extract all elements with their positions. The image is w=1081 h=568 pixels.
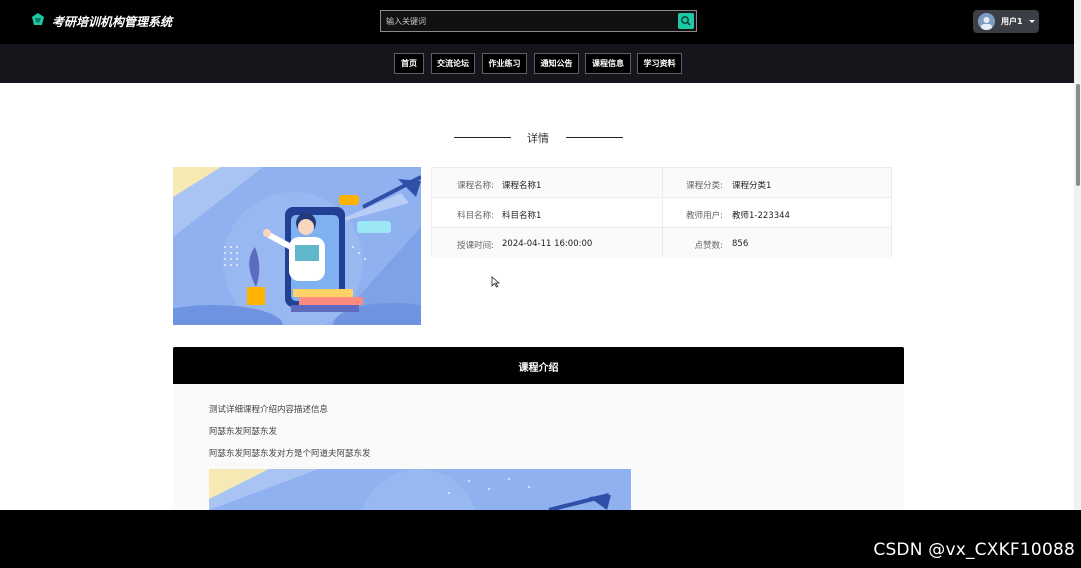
mouse-cursor-icon [491, 276, 500, 288]
column-divider [662, 168, 663, 256]
intro-header: 课程介绍 [173, 347, 904, 384]
user-menu-button[interactable]: 用户1 [973, 10, 1039, 33]
course-info-table: 课程名称: 课程名称1 课程分类: 课程分类1 科目名称: 科目名称1 教师用户… [431, 167, 892, 258]
intro-line: 测试详细课程介绍内容描述信息 [209, 405, 329, 415]
course-cover-image [173, 167, 421, 325]
field-label: 点赞数: [694, 241, 723, 251]
field-value: 科目名称1 [502, 211, 542, 221]
search-input[interactable] [383, 12, 675, 30]
field-value: 教师1-223344 [732, 211, 790, 221]
scrollbar-thumb[interactable] [1076, 84, 1080, 186]
intro-image [209, 469, 631, 510]
title-divider-left [454, 137, 511, 138]
field-value: 课程分类1 [732, 181, 772, 191]
top-header: 考研培训机构管理系统 用户1 [0, 0, 1081, 44]
site-title: 考研培训机构管理系统 [52, 15, 173, 29]
field-label: 课程分类: [686, 181, 723, 191]
intro-title: 课程介绍 [518, 363, 559, 374]
field-label: 授课时间: [457, 241, 494, 251]
nav-item-home[interactable]: 首页 [394, 53, 424, 74]
title-divider-right [566, 137, 623, 138]
nav-item-forum[interactable]: 交流论坛 [431, 53, 475, 74]
nav-item-materials[interactable]: 学习资料 [637, 53, 682, 74]
user-name: 用户1 [1001, 17, 1023, 26]
nav-item-courses[interactable]: 课程信息 [585, 53, 631, 74]
section-title: 详情 [527, 132, 549, 145]
search-button[interactable] [678, 13, 694, 29]
intro-line: 阿瑟东发阿瑟东发对方是个阿道夫阿瑟东发 [209, 449, 371, 459]
scrollbar-track[interactable] [1074, 0, 1081, 510]
main-nav: 首页 交流论坛 作业练习 通知公告 课程信息 学习资料 [0, 44, 1081, 83]
field-label: 科目名称: [457, 211, 494, 221]
chevron-down-icon [1029, 20, 1035, 23]
field-label: 教师用户: [686, 211, 723, 221]
avatar [978, 13, 995, 30]
search-box [380, 10, 697, 32]
bottom-overlay-bar: CSDN @vx_CXKF10088 [0, 510, 1081, 568]
watermark-text: CSDN @vx_CXKF10088 [873, 540, 1075, 560]
intro-content: 测试详细课程介绍内容描述信息 阿瑟东发阿瑟东发 阿瑟东发阿瑟东发对方是个阿道夫阿… [173, 384, 904, 510]
logo-icon [32, 13, 44, 25]
nav-item-notices[interactable]: 通知公告 [534, 53, 579, 74]
field-value: 856 [732, 239, 749, 249]
nav-item-homework[interactable]: 作业练习 [482, 53, 527, 74]
field-value: 2024-04-11 16:00:00 [502, 239, 593, 249]
field-value: 课程名称1 [502, 181, 542, 191]
search-icon [681, 16, 691, 26]
field-label: 课程名称: [457, 181, 494, 191]
intro-line: 阿瑟东发阿瑟东发 [209, 427, 278, 437]
